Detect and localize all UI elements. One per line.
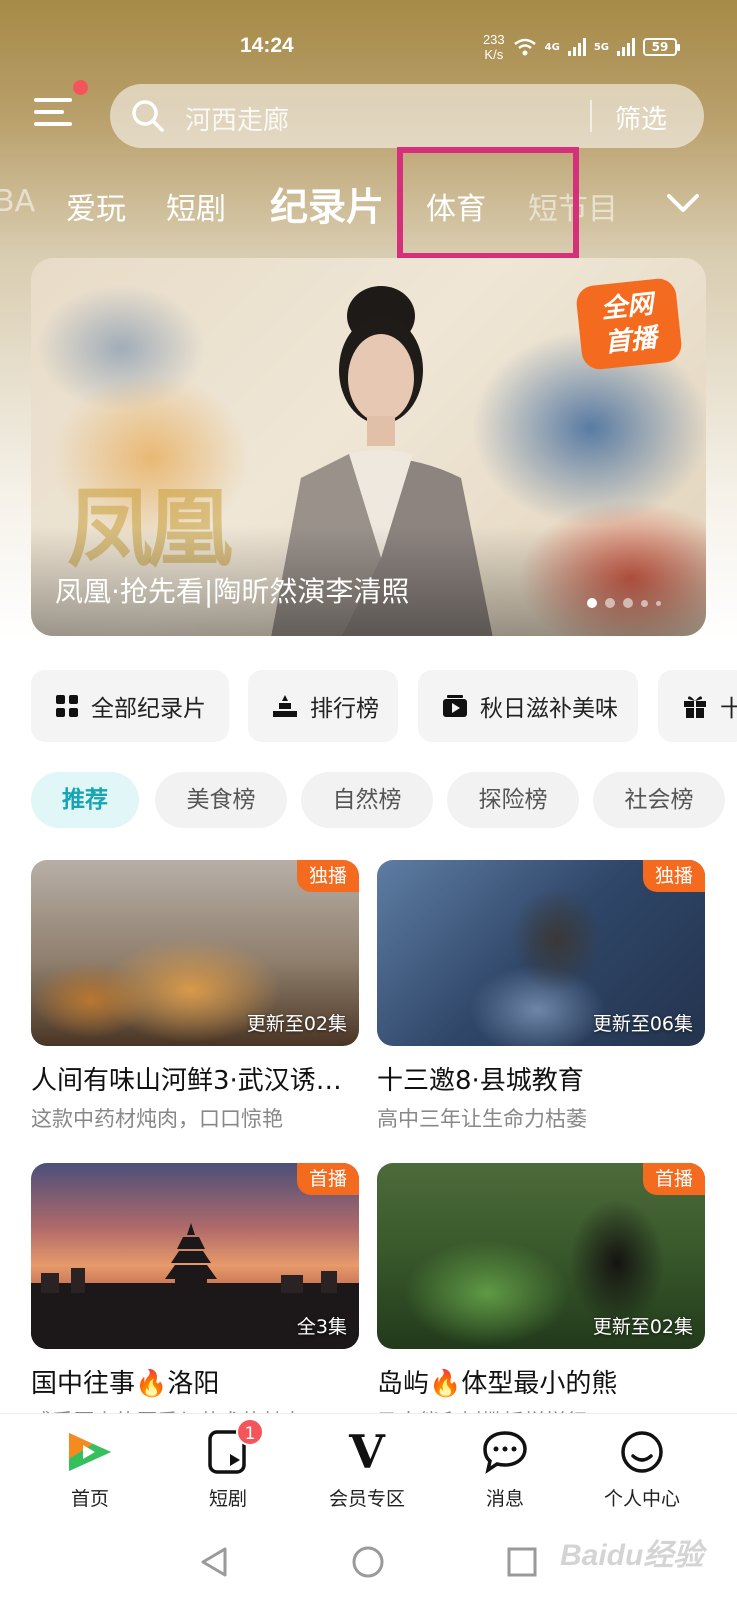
more-entry-button[interactable]: 十 [658, 670, 737, 742]
tab-sports[interactable]: 体育 [426, 184, 486, 228]
filter-button[interactable]: 筛选 [615, 99, 667, 136]
chip-recommend[interactable]: 推荐 [31, 772, 139, 828]
video-card[interactable]: 独播 更新至06集 十三邀8·县城教育 高中三年让生命力枯萎 [377, 860, 705, 1133]
gift-icon [684, 696, 706, 718]
all-documentaries-button[interactable]: 全部纪录片 [31, 670, 229, 742]
banner-pagination [587, 598, 661, 608]
exclusive-tag: 独播 [296, 860, 359, 892]
nav-short-drama[interactable]: 1 短剧 [168, 1418, 288, 1511]
video-card[interactable]: 首播 更新至02集 岛屿🔥体型最小的熊 马来熊爬树撒娇样样行 [377, 1163, 705, 1436]
watermark: Baidu经验 [560, 1539, 704, 1572]
chip-nature[interactable]: 自然榜 [301, 772, 433, 828]
card-subtitle: 这款中药材炖肉，口口惊艳 [31, 1107, 283, 1131]
menu-line [34, 122, 72, 126]
wifi-icon [513, 38, 536, 56]
ranking-button[interactable]: 排行榜 [248, 670, 398, 742]
exclusive-tag: 独播 [642, 860, 705, 892]
pagination-dot [641, 599, 648, 607]
menu-button[interactable] [30, 80, 88, 136]
pagination-dot [587, 598, 597, 608]
menu-line [34, 98, 72, 102]
nav-messages[interactable]: 消息 [445, 1424, 565, 1511]
video-thumbnail: 独播 更新至06集 [377, 860, 705, 1046]
video-card[interactable]: 首播 全3集 国中往事🔥洛阳 感受历史的厚重与艺术的魅力 [31, 1163, 359, 1436]
card-title: 人间有味山河鲜3·武汉诱… [31, 1066, 342, 1096]
chip-adventure[interactable]: 探险榜 [447, 772, 579, 828]
tab-short-programs[interactable]: 短节目 [528, 184, 618, 228]
chip-society[interactable]: 社会榜 [593, 772, 725, 828]
signal-bars-icon [567, 38, 586, 56]
tab-documentary[interactable]: 纪录片 [270, 176, 384, 231]
net-speed: 233 K/s [482, 32, 505, 62]
pagination-dot [605, 598, 615, 608]
video-thumbnail: 首播 更新至02集 [377, 1163, 705, 1349]
search-icon [132, 100, 164, 132]
notification-dot [73, 80, 88, 95]
signal-bars-icon [617, 38, 635, 56]
network-4g-label: 4G [544, 41, 560, 53]
profile-icon [621, 1431, 663, 1473]
rank-chips: 推荐 美食榜 自然榜 探险榜 社会榜 [31, 772, 737, 828]
card-title: 十三邀8·县城教育 [377, 1066, 584, 1096]
tab-ba[interactable]: BA [0, 184, 35, 219]
vip-v-icon: V [349, 1425, 385, 1479]
premiere-tag: 首播 [642, 1163, 705, 1195]
recents-icon[interactable] [505, 1545, 539, 1579]
chip-food[interactable]: 美食榜 [155, 772, 287, 828]
back-icon[interactable] [197, 1545, 231, 1579]
unread-badge: 1 [236, 1418, 264, 1446]
hero-banner[interactable]: 凤凰 全网 首播 凤凰·抢先看|陶昕然演李清照 [31, 258, 706, 636]
flame-icon: 🔥 [429, 1369, 462, 1399]
card-title: 国中往事🔥洛阳 [31, 1369, 220, 1399]
premiere-badge: 全网 首播 [574, 277, 684, 371]
search-divider [590, 100, 592, 132]
banner-caption: 凤凰·抢先看|陶昕然演李清照 [55, 575, 410, 608]
nav-vip[interactable]: V 会员专区 [307, 1424, 427, 1511]
premiere-tag: 首播 [296, 1163, 359, 1195]
episode-status: 更新至02集 [246, 1013, 347, 1035]
pagination-dot [656, 600, 661, 606]
episode-status: 更新至02集 [592, 1316, 693, 1338]
video-thumbnail: 首播 全3集 [31, 1163, 359, 1349]
pagination-dot [623, 598, 633, 608]
home-circle-icon[interactable] [351, 1545, 385, 1579]
nav-profile[interactable]: 个人中心 [582, 1424, 702, 1511]
channel-tabs: BA 爱玩 短剧 纪录片 体育 短节目 [0, 170, 737, 236]
autumn-tonic-button[interactable]: 秋日滋补美味 [418, 670, 638, 742]
card-subtitle: 高中三年让生命力枯萎 [377, 1107, 587, 1131]
battery-icon: 59 [643, 38, 680, 56]
network-5g-label: 5G [593, 41, 609, 53]
bottom-nav: 首页 1 短剧 V 会员专区 消息 个人中心 [0, 1413, 737, 1525]
episode-status: 更新至06集 [592, 1013, 693, 1035]
status-time: 14:24 [240, 34, 294, 57]
message-icon [483, 1431, 527, 1474]
search-bar[interactable]: 河西走廊 筛选 [110, 84, 704, 148]
play-box-icon [443, 695, 467, 717]
menu-line [34, 110, 64, 114]
grid-icon [56, 695, 78, 717]
episode-status: 全3集 [296, 1316, 347, 1338]
flame-icon: 🔥 [135, 1369, 168, 1399]
video-thumbnail: 独播 更新至02集 [31, 860, 359, 1046]
status-bar: 14:24 233 K/s 4G 5G 59 [0, 0, 737, 80]
search-input[interactable]: 河西走廊 [185, 100, 289, 137]
card-title: 岛屿🔥体型最小的熊 [377, 1369, 618, 1399]
chevron-down-icon[interactable] [665, 188, 701, 218]
home-logo-icon [69, 1433, 111, 1471]
status-indicators: 233 K/s 4G 5G 59 [482, 32, 680, 62]
quick-entries: 全部纪录片 排行榜 秋日滋补美味 十 [31, 670, 737, 742]
video-card[interactable]: 独播 更新至02集 人间有味山河鲜3·武汉诱… 这款中药材炖肉，口口惊艳 [31, 860, 359, 1133]
tab-short-drama[interactable]: 短剧 [166, 184, 226, 228]
podium-icon [273, 695, 297, 717]
tab-aiwan[interactable]: 爱玩 [66, 184, 126, 228]
nav-home[interactable]: 首页 [30, 1424, 150, 1511]
